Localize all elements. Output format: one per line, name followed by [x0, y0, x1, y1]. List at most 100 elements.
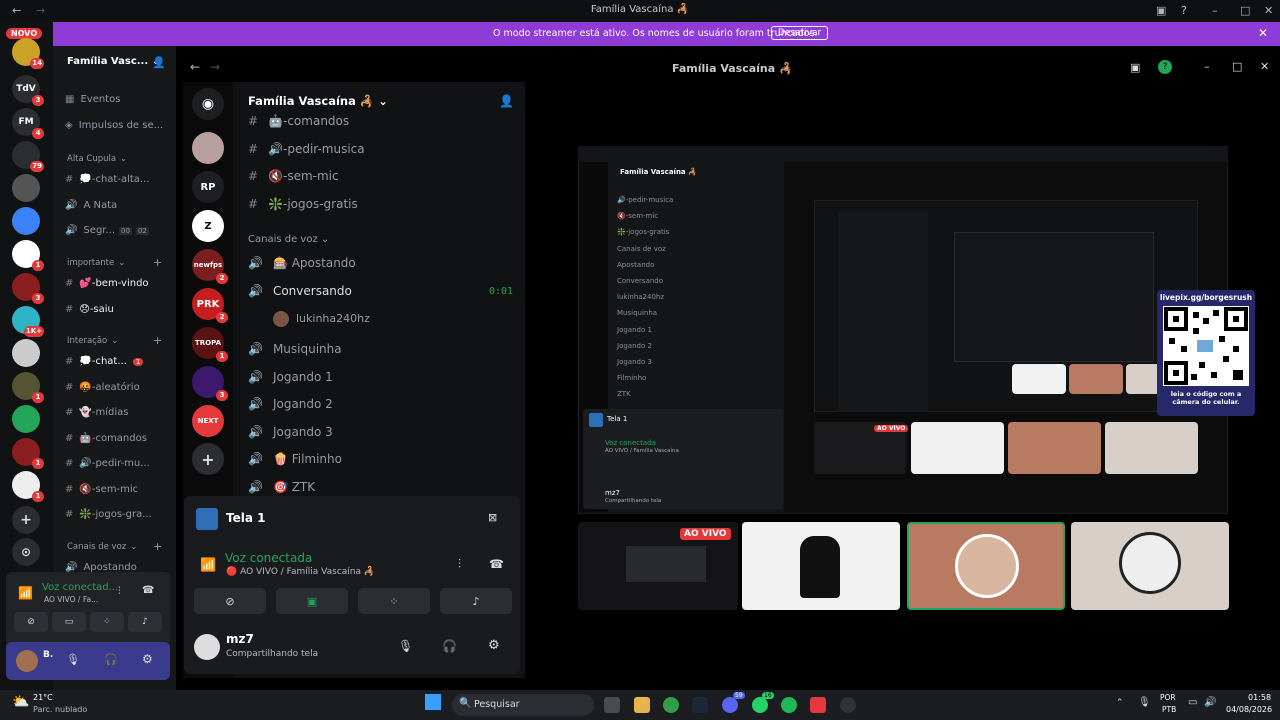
- sidebar-channel[interactable]: # 🤬-aleatório: [65, 382, 140, 393]
- taskbar-search[interactable]: 🔍 Pesquisar: [452, 694, 594, 716]
- inner-headset-icon[interactable]: 🎧: [442, 639, 457, 653]
- server-icon[interactable]: 1K+: [12, 306, 44, 337]
- server-icon[interactable]: 1: [12, 438, 44, 469]
- discord-home-icon[interactable]: ◉: [192, 88, 224, 120]
- add-channel-icon[interactable]: +: [153, 256, 162, 269]
- settings-gear-icon[interactable]: ⚙: [142, 652, 153, 666]
- inner-disconnect-icon[interactable]: ☎: [489, 557, 504, 571]
- inner-forward-icon[interactable]: →: [210, 60, 220, 74]
- server-name-header[interactable]: Família Vasc... ⌄: [67, 56, 160, 67]
- chrome-icon[interactable]: [663, 697, 679, 713]
- inner-server-icon[interactable]: NEXT: [192, 405, 224, 437]
- inner-server-icon[interactable]: newfps 2: [192, 249, 228, 284]
- network-icon[interactable]: ▭: [1188, 697, 1197, 708]
- close-window-icon[interactable]: ✕: [1264, 4, 1273, 17]
- inner-server-icon[interactable]: [192, 132, 224, 164]
- minimize-icon[interactable]: –: [1212, 4, 1218, 17]
- activities-button[interactable]: ⁘: [90, 612, 124, 632]
- inner-help-icon[interactable]: ?: [1158, 60, 1172, 74]
- file-explorer-icon[interactable]: [634, 697, 650, 713]
- voice-user-name[interactable]: lukinha240hz: [296, 312, 370, 325]
- volume-icon[interactable]: 🔊: [1204, 697, 1216, 708]
- server-icon[interactable]: 3: [12, 273, 44, 304]
- soundboard-button[interactable]: ♪: [128, 612, 162, 632]
- add-server-icon[interactable]: +: [12, 506, 40, 534]
- boosts-item[interactable]: ◈ Impulsos de se...: [65, 120, 163, 131]
- server-icon[interactable]: TdV 3: [12, 75, 44, 106]
- weather-icon[interactable]: ⛅: [12, 694, 29, 710]
- voice-channel[interactable]: 🔊 🎰 Apostando: [248, 256, 356, 270]
- inner-camera-button[interactable]: ⊘: [194, 588, 266, 614]
- voice-channel[interactable]: 🔊 Conversando: [248, 284, 352, 298]
- inner-soundboard-button[interactable]: ♪: [440, 588, 512, 614]
- task-view-icon[interactable]: [604, 697, 620, 713]
- inner-minimize-icon[interactable]: –: [1204, 60, 1210, 73]
- inner-channel[interactable]: # 🤖-comandos: [248, 114, 349, 128]
- sidebar-channel[interactable]: # 🔊-pedir-mu...: [65, 458, 150, 469]
- inner-channel[interactable]: # 🔇-sem-mic: [248, 169, 339, 183]
- sidebar-channel[interactable]: # 🔇-sem-mic: [65, 484, 138, 495]
- invite-icon[interactable]: 👤: [152, 56, 166, 69]
- inner-server-icon[interactable]: Z: [192, 210, 224, 242]
- disable-streamer-button[interactable]: Desativar: [771, 26, 829, 40]
- tray-chevron-icon[interactable]: ⌃: [1116, 698, 1124, 708]
- inner-avatar[interactable]: [194, 634, 220, 660]
- category-header[interactable]: Canais de voz ⌄: [67, 542, 137, 552]
- obs-icon[interactable]: [840, 697, 856, 713]
- sidebar-channel[interactable]: # 💕-bem-vindo: [65, 278, 149, 289]
- inner-server-icon[interactable]: PRK 2: [192, 288, 228, 323]
- headset-icon[interactable]: 🎧: [104, 653, 118, 666]
- noise-icon[interactable]: ⫶: [118, 586, 121, 597]
- camera-off-button[interactable]: ⊘: [14, 612, 48, 632]
- voice-channel[interactable]: 🔊 🎯 ZTK: [248, 480, 315, 494]
- sidebar-channel[interactable]: # 👻-mídias: [65, 407, 128, 418]
- stream-tile-user-3[interactable]: [1071, 522, 1229, 610]
- server-icon[interactable]: 1: [12, 240, 44, 271]
- tiktok-icon[interactable]: [810, 697, 826, 713]
- sidebar-channel[interactable]: 🔊 Segr... 00 02: [65, 225, 149, 236]
- server-icon[interactable]: FM 4: [12, 108, 44, 139]
- close-banner-icon[interactable]: ✕: [1258, 26, 1268, 40]
- inner-close-icon[interactable]: ✕: [1260, 60, 1269, 73]
- server-icon[interactable]: [12, 174, 40, 202]
- inner-channel[interactable]: # ❇️-jogos-gratis: [248, 197, 358, 211]
- lang-label[interactable]: POR: [1160, 693, 1176, 702]
- mic-icon[interactable]: 🎙: [66, 653, 80, 666]
- sidebar-channel[interactable]: # 😞-saiu: [65, 304, 114, 315]
- sidebar-channel[interactable]: # ❇️-jogos-gra...: [65, 509, 152, 520]
- windows-start-icon[interactable]: [425, 694, 441, 710]
- steam-icon[interactable]: [692, 697, 708, 713]
- maximize-icon[interactable]: □: [1240, 4, 1250, 17]
- add-channel-icon[interactable]: +: [153, 540, 162, 553]
- inner-back-icon[interactable]: ←: [190, 60, 200, 74]
- server-icon[interactable]: [12, 207, 40, 235]
- disconnect-icon[interactable]: ☎: [142, 585, 154, 596]
- help-icon[interactable]: ?: [1181, 4, 1187, 17]
- server-icon[interactable]: 1: [12, 372, 44, 403]
- category-header[interactable]: Alta Cupula ⌄: [67, 154, 127, 164]
- screen-share-button[interactable]: ▭: [52, 612, 86, 632]
- sidebar-channel[interactable]: # 🤖-comandos: [65, 433, 147, 444]
- voice-channel[interactable]: 🔊 🍿 Filminho: [248, 452, 342, 466]
- inner-server-icon[interactable]: RP: [192, 171, 224, 203]
- add-channel-icon[interactable]: +: [153, 334, 162, 347]
- popout-icon[interactable]: ⊠: [488, 511, 497, 524]
- whatsapp-icon[interactable]: [752, 697, 768, 713]
- tray-mic-icon[interactable]: 🎙: [1138, 697, 1151, 708]
- category-header[interactable]: importante ⌄: [67, 258, 125, 268]
- inner-invite-icon[interactable]: 👤: [499, 94, 514, 108]
- server-icon[interactable]: [12, 339, 40, 367]
- inner-inbox-icon[interactable]: ▣: [1130, 61, 1140, 74]
- inner-mic-icon[interactable]: 🎙: [398, 639, 413, 653]
- server-icon[interactable]: 1: [12, 471, 44, 502]
- events-item[interactable]: ▦ Eventos: [65, 94, 120, 105]
- clock-time[interactable]: 01:58: [1248, 693, 1271, 702]
- sidebar-channel[interactable]: 🔊 A Nata: [65, 200, 117, 211]
- inner-add-server-icon[interactable]: +: [192, 443, 224, 475]
- spotify-icon[interactable]: [781, 697, 797, 713]
- avatar[interactable]: [16, 650, 38, 672]
- sidebar-channel[interactable]: # 💭-chat... 1: [65, 356, 144, 367]
- discord-icon[interactable]: [722, 697, 738, 713]
- stream-tile-user-2[interactable]: [907, 522, 1065, 610]
- discover-icon[interactable]: ⊙: [12, 538, 40, 566]
